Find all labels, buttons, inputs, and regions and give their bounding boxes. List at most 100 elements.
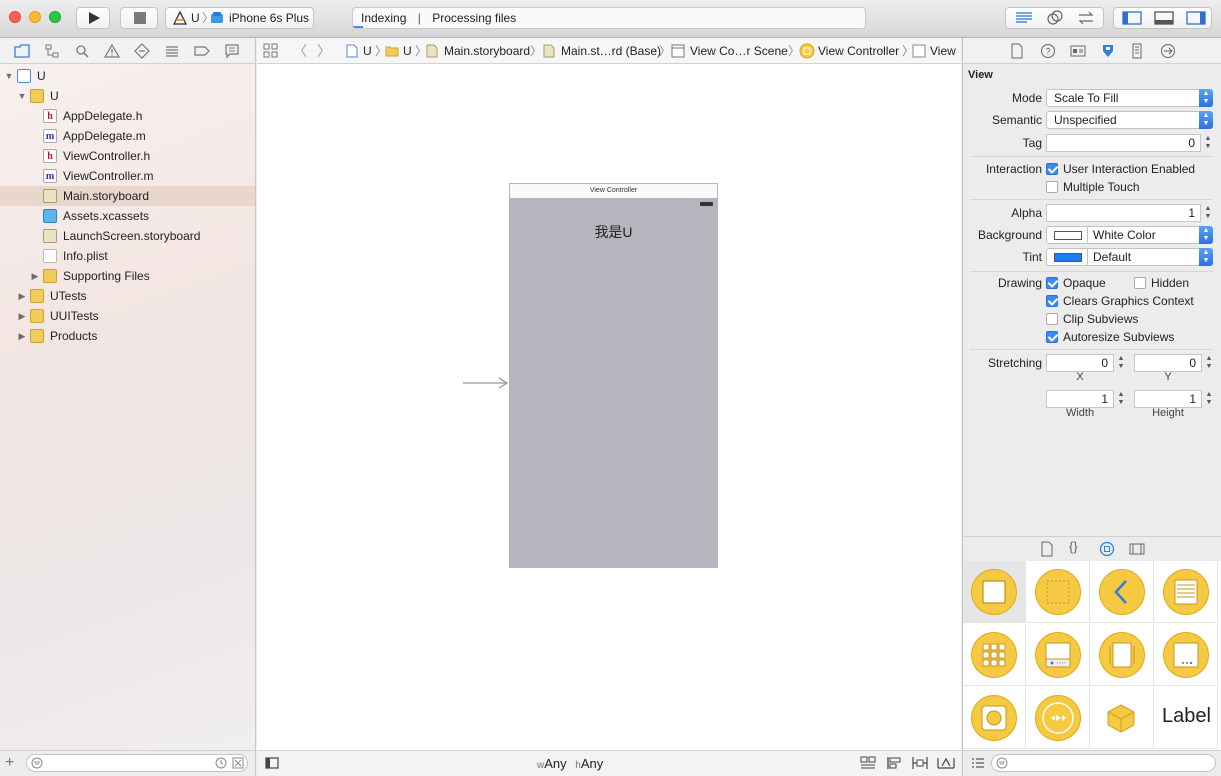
stretch-height-stepper[interactable]: ▲ ▼	[1204, 390, 1214, 408]
library-object-cell[interactable]	[963, 687, 1026, 749]
stretch-width-stepper[interactable]: ▲ ▼	[1116, 390, 1126, 408]
navigator-item[interactable]: h AppDelegate.h	[0, 106, 255, 126]
tag-stepper[interactable]: ▲ ▼	[1203, 134, 1213, 152]
library-object-cell[interactable]	[1091, 687, 1154, 749]
resolve-auto-layout-icon[interactable]	[937, 756, 955, 770]
back-arrow-icon[interactable]: 〈	[293, 38, 307, 63]
size-inspector-icon[interactable]	[1130, 43, 1144, 59]
list-view-toggle-icon[interactable]	[971, 757, 985, 769]
breadcrumb-scene[interactable]: View Co…r Scene	[690, 38, 788, 63]
disclosure-closed-icon[interactable]: ▶	[17, 286, 27, 306]
multiple-touch-checkbox[interactable]	[1046, 181, 1058, 193]
navigator-item[interactable]: Assets.xcassets	[0, 206, 255, 226]
scene-title-bar[interactable]: View Controller	[509, 183, 718, 199]
disclosure-closed-icon[interactable]: ▶	[17, 326, 27, 346]
close-window-button[interactable]	[9, 11, 21, 23]
stretch-width-field[interactable]: 1	[1046, 390, 1114, 408]
navigator-item[interactable]: ▼ U	[0, 86, 255, 106]
tint-popup[interactable]: Default ▲ ▼	[1046, 248, 1213, 266]
library-filter-field[interactable]	[991, 754, 1216, 772]
breadcrumb-base-localization[interactable]: Main.st…rd (Base)	[561, 38, 661, 63]
toggle-debug-area-icon[interactable]	[1154, 11, 1174, 25]
navigator-item[interactable]: ▼ U	[0, 66, 255, 86]
library-object-cell[interactable]	[1155, 561, 1218, 623]
navigator-item[interactable]: h ViewController.h	[0, 146, 255, 166]
identity-inspector-icon[interactable]	[1070, 43, 1086, 59]
version-editor-icon[interactable]	[1077, 10, 1095, 26]
tag-field[interactable]: 0	[1046, 134, 1201, 152]
disclosure-closed-icon[interactable]: ▶	[30, 266, 40, 286]
report-navigator-icon[interactable]	[224, 43, 240, 59]
navigator-item[interactable]: m AppDelegate.m	[0, 126, 255, 146]
library-object-cell[interactable]	[1155, 624, 1218, 686]
debug-navigator-icon[interactable]	[164, 43, 180, 59]
autoresize-subviews-checkbox[interactable]	[1046, 331, 1058, 343]
pin-icon[interactable]	[912, 756, 928, 770]
stretch-y-field[interactable]: 0	[1134, 354, 1202, 372]
scheme-selector[interactable]: U 〉 iPhone 6s Plus	[165, 7, 314, 29]
initial-scene-arrow-icon[interactable]	[463, 377, 509, 389]
size-class-control[interactable]: wAny hAny	[537, 756, 603, 771]
user-interaction-checkbox[interactable]	[1046, 163, 1058, 175]
alpha-field[interactable]: 1	[1046, 204, 1201, 222]
file-template-library-icon[interactable]	[1040, 541, 1054, 557]
library-object-cell[interactable]	[963, 624, 1026, 686]
disclosure-open-icon[interactable]: ▼	[17, 86, 27, 106]
zoom-window-button[interactable]	[49, 11, 61, 23]
library-object-cell[interactable]: Label	[1155, 687, 1218, 749]
attributes-inspector-icon[interactable]	[1100, 43, 1116, 59]
alpha-stepper[interactable]: ▲ ▼	[1203, 204, 1213, 222]
hidden-checkbox[interactable]	[1134, 277, 1146, 289]
disclosure-closed-icon[interactable]: ▶	[17, 306, 27, 326]
toggle-utilities-icon[interactable]	[1186, 11, 1206, 25]
breadcrumb-storyboard[interactable]: Main.storyboard	[444, 38, 530, 63]
navigator-item[interactable]: ▶ UTests	[0, 286, 255, 306]
forward-arrow-icon[interactable]: 〉	[317, 38, 331, 63]
align-icon[interactable]	[886, 756, 902, 770]
stretch-y-stepper[interactable]: ▲ ▼	[1204, 354, 1214, 372]
library-object-cell[interactable]	[1027, 624, 1090, 686]
document-outline-toggle-icon[interactable]	[265, 757, 279, 769]
stretch-x-stepper[interactable]: ▲ ▼	[1116, 354, 1126, 372]
navigator-filter-field[interactable]	[26, 754, 248, 772]
library-object-cell[interactable]	[1027, 687, 1090, 749]
toggle-navigator-icon[interactable]	[1122, 11, 1142, 25]
navigator-item[interactable]: m ViewController.m	[0, 166, 255, 186]
navigator-item[interactable]: LaunchScreen.storyboard	[0, 226, 255, 246]
add-file-icon[interactable]: +	[5, 754, 14, 772]
navigator-item[interactable]: ▶ Products	[0, 326, 255, 346]
media-library-icon[interactable]	[1129, 541, 1145, 557]
clip-subviews-checkbox[interactable]	[1046, 313, 1058, 325]
issue-navigator-icon[interactable]	[104, 43, 120, 59]
minimize-window-button[interactable]	[29, 11, 41, 23]
breakpoint-navigator-icon[interactable]	[194, 43, 210, 59]
library-object-cell[interactable]	[1091, 624, 1154, 686]
standard-editor-icon[interactable]	[1015, 11, 1033, 25]
recent-files-filter-icon[interactable]	[215, 757, 227, 769]
clears-graphics-context-checkbox[interactable]	[1046, 295, 1058, 307]
assistant-editor-icon[interactable]	[1046, 10, 1064, 26]
breadcrumb-group[interactable]: U	[403, 38, 412, 63]
stack-icon[interactable]	[860, 756, 876, 770]
breadcrumb-view[interactable]: View	[930, 38, 956, 63]
library-object-cell[interactable]	[963, 561, 1026, 623]
stretch-x-field[interactable]: 0	[1046, 354, 1114, 372]
background-popup[interactable]: White Color ▲ ▼	[1046, 226, 1213, 244]
run-button[interactable]	[76, 7, 110, 29]
view-controller-root-view[interactable]	[509, 199, 718, 568]
library-object-cell[interactable]	[1027, 561, 1090, 623]
code-snippet-library-icon[interactable]: {}	[1069, 539, 1078, 554]
test-navigator-icon[interactable]	[134, 43, 150, 59]
semantic-popup[interactable]: Unspecified ▲ ▼	[1046, 111, 1213, 129]
related-items-icon[interactable]	[263, 43, 279, 59]
mode-popup[interactable]: Scale To Fill ▲ ▼	[1046, 89, 1213, 107]
navigator-item[interactable]: Info.plist	[0, 246, 255, 266]
scene-label[interactable]: 我是U	[509, 222, 718, 242]
breadcrumb-project[interactable]: U	[363, 38, 372, 63]
project-navigator-icon[interactable]	[14, 43, 30, 59]
scm-filter-icon[interactable]	[232, 757, 244, 769]
object-library-icon[interactable]	[1099, 541, 1115, 557]
connections-inspector-icon[interactable]	[1160, 43, 1176, 59]
library-object-cell[interactable]	[1091, 561, 1154, 623]
breadcrumb-view-controller[interactable]: View Controller	[818, 38, 899, 63]
